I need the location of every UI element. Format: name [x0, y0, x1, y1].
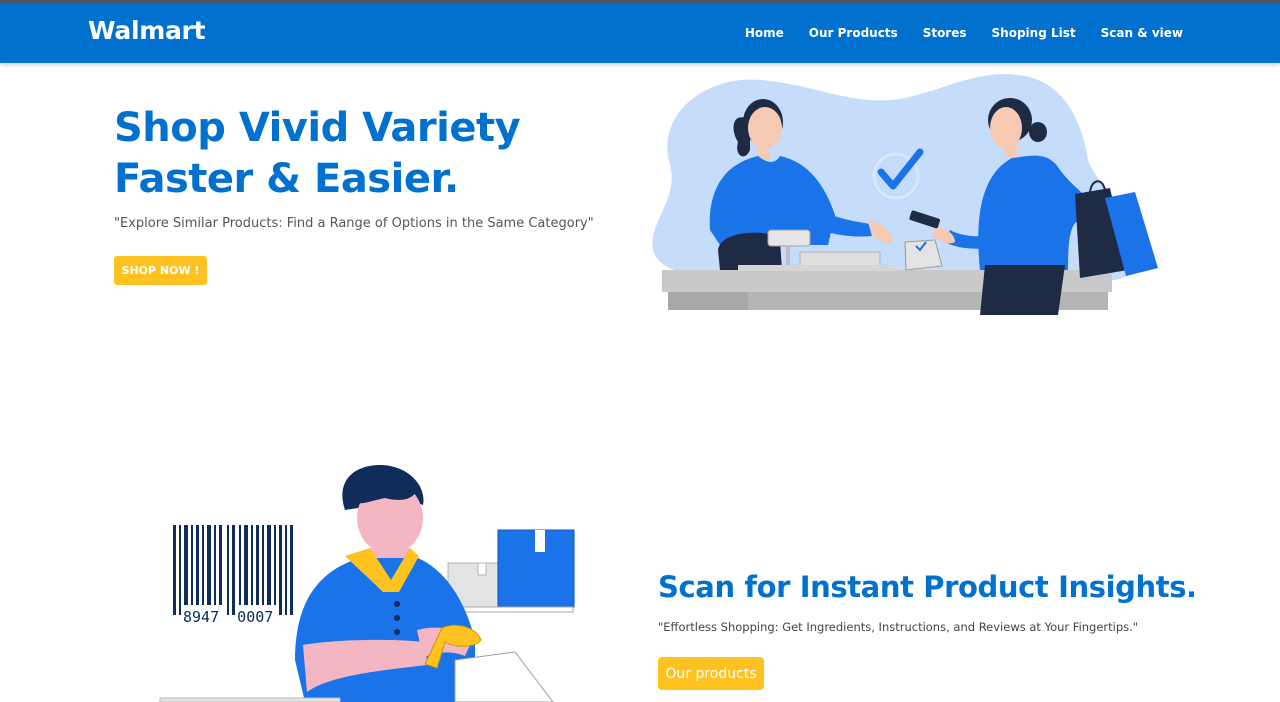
our-products-button[interactable]: Our products: [658, 657, 764, 690]
navbar: Walmart Home Our Products Stores Shoping…: [0, 3, 1280, 63]
register: [767, 229, 811, 247]
worker-figure: [295, 465, 475, 702]
nav-link-shopping-list[interactable]: Shoping List: [992, 26, 1076, 40]
scan-section-subtitle: "Effortless Shopping: Get Ingredients, I…: [658, 620, 1139, 634]
checkout-illustration: [652, 74, 1158, 315]
brand-logo[interactable]: Walmart: [88, 16, 206, 45]
nav-link-home[interactable]: Home: [745, 26, 784, 40]
nav-link-stores[interactable]: Stores: [923, 26, 967, 40]
hero-title-line2: Faster & Easier.: [114, 156, 459, 202]
barcode-digits: 8947 0007: [183, 608, 273, 626]
shopping-bags: [1075, 180, 1158, 278]
barcode-icon: [173, 525, 293, 615]
nav-links: Home Our Products Stores Shoping List Sc…: [720, 3, 1183, 63]
nav-link-scan-view[interactable]: Scan & view: [1101, 26, 1183, 40]
hero-title: Shop Vivid Variety Faster & Easier.: [114, 103, 614, 205]
nav-link-our-products[interactable]: Our Products: [809, 26, 898, 40]
open-box: [454, 651, 554, 702]
scan-section-title: Scan for Instant Product Insights.: [658, 570, 1197, 604]
scanner-illustration: 8947 0007: [159, 465, 575, 702]
hero-title-line1: Shop Vivid Variety: [114, 105, 521, 151]
shop-now-button[interactable]: SHOP NOW !: [114, 256, 207, 285]
hero-subtitle: "Explore Similar Products: Find a Range …: [114, 216, 594, 231]
